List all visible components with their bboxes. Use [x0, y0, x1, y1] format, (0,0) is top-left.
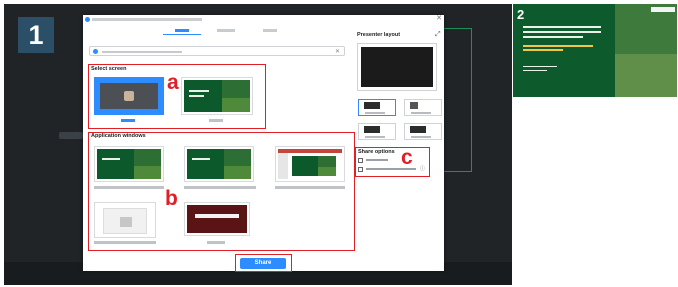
- screen-label-1: [121, 119, 135, 122]
- clear-search-icon[interactable]: ✕: [335, 48, 340, 55]
- close-icon[interactable]: ✕: [435, 15, 443, 23]
- tab-files-label: [263, 29, 277, 32]
- layout-option-2[interactable]: [404, 99, 442, 116]
- info-icon: [93, 49, 98, 54]
- slide-preview: [184, 80, 250, 112]
- window-thumbnail-5[interactable]: [184, 202, 250, 236]
- app-sidebar: [278, 153, 288, 179]
- preview-screen: [361, 47, 433, 87]
- dialog-title: [92, 18, 202, 21]
- layout-option-3[interactable]: [358, 123, 396, 140]
- slide-title-line: [523, 26, 601, 28]
- tab-files[interactable]: [251, 27, 289, 35]
- slide-title-line: [523, 36, 583, 38]
- slide-preview: [97, 149, 161, 179]
- preview-window: [124, 91, 134, 101]
- slide-subtitle-line: [523, 49, 563, 51]
- search-input[interactable]: [89, 46, 345, 56]
- slide-preview: [292, 156, 336, 176]
- window-label-5: [207, 241, 225, 244]
- search-text: [102, 51, 182, 53]
- active-speaker-frame: [444, 28, 472, 172]
- share-option-checkbox-2[interactable]: [358, 167, 363, 172]
- meeting-window: 1 ✕ ✕ Select screen a Application window…: [4, 4, 512, 285]
- step-number-1: 1: [18, 17, 54, 53]
- window-label-1: [94, 186, 164, 189]
- browser-content: [120, 217, 132, 227]
- tab-advanced[interactable]: [207, 27, 245, 35]
- window-thumbnail-4[interactable]: [94, 202, 156, 238]
- slide-preview: [187, 149, 251, 179]
- campus-trees: [615, 54, 677, 97]
- university-logo: [651, 7, 675, 12]
- layout-option-4[interactable]: [404, 123, 442, 140]
- screen-thumbnail-2[interactable]: [181, 77, 253, 115]
- tab-basic[interactable]: [163, 27, 201, 35]
- window-thumbnail-1[interactable]: [94, 146, 164, 182]
- info-icon: ⓘ: [420, 166, 426, 172]
- window-thumbnail-3[interactable]: [275, 146, 345, 182]
- share-option-label-1: [366, 159, 388, 161]
- share-option-checkbox-1[interactable]: [358, 158, 363, 163]
- screen-label-2: [209, 119, 223, 122]
- window-label-2: [184, 186, 256, 189]
- expand-icon[interactable]: ⤢: [435, 31, 441, 39]
- share-button[interactable]: Share: [240, 258, 286, 269]
- tab-basic-label: [175, 29, 189, 32]
- slide-date-line: [523, 70, 547, 71]
- window-thumbnail-2[interactable]: [184, 146, 254, 182]
- slide-author-line: [523, 66, 557, 67]
- screen-thumbnail-1[interactable]: [94, 77, 164, 115]
- video-title-text: [195, 214, 239, 218]
- layout-option-1[interactable]: [358, 99, 396, 116]
- window-label-4: [94, 241, 156, 244]
- tab-underline: [163, 34, 201, 35]
- annotation-letter-a: a: [167, 71, 179, 94]
- step-number-2: 2: [517, 7, 525, 22]
- slide-title-line: [523, 31, 601, 33]
- presenter-layout-title: Presenter layout: [357, 32, 401, 38]
- browser-preview: [103, 208, 147, 234]
- dialog-titlebar: ✕: [83, 15, 444, 24]
- shared-slide-preview: 2: [513, 4, 677, 97]
- screen-preview: [100, 83, 158, 109]
- slide-subtitle-line: [523, 45, 593, 47]
- share-options-title: Share options: [358, 149, 395, 155]
- window-label-3: [275, 186, 345, 189]
- annotation-letter-c: c: [401, 146, 413, 169]
- participant-name-chip: [59, 132, 83, 139]
- app-icon: [85, 17, 90, 22]
- app-windows-title: Application windows: [91, 133, 146, 139]
- tab-advanced-label: [217, 29, 235, 32]
- select-screen-title: Select screen: [91, 66, 127, 72]
- annotation-letter-b: b: [165, 187, 178, 210]
- share-screen-dialog: ✕ ✕ Select screen a Application windows …: [83, 15, 444, 272]
- presenter-preview: [357, 43, 437, 91]
- video-preview: [187, 205, 247, 233]
